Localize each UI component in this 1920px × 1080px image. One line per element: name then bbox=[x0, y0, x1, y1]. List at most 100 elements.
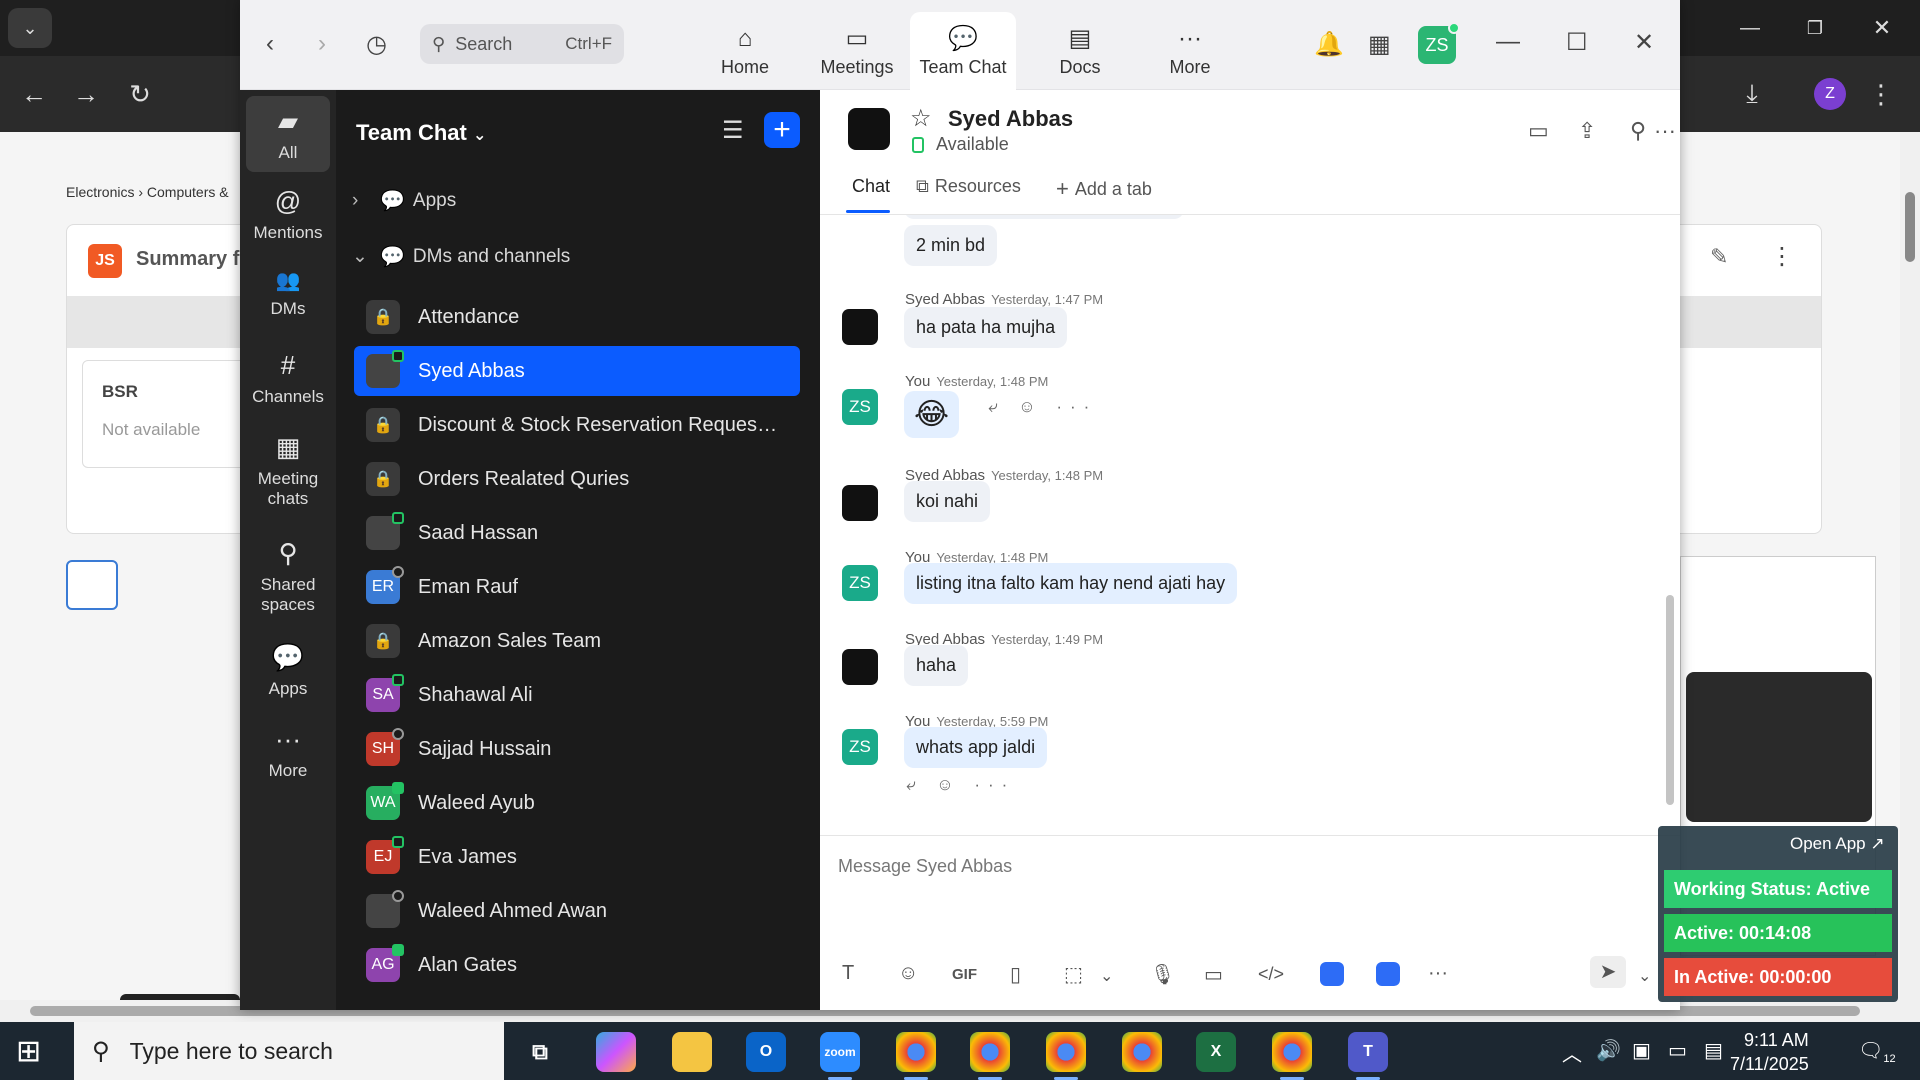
contact-name[interactable]: Syed Abbas bbox=[948, 106, 1073, 132]
profile-avatar[interactable]: Z bbox=[1814, 78, 1846, 110]
window-minimize-icon[interactable]: — bbox=[1730, 10, 1770, 46]
reload-icon[interactable]: ↻ bbox=[120, 74, 160, 114]
rail-meeting-chats[interactable]: ▦ Meeting chats bbox=[246, 432, 330, 509]
notification-icon[interactable]: 🗨12 bbox=[1858, 1038, 1896, 1065]
sender-avatar[interactable] bbox=[842, 649, 878, 685]
message-bubble[interactable]: haha bbox=[904, 645, 969, 686]
app-icon[interactable] bbox=[1376, 962, 1400, 986]
sender-avatar[interactable] bbox=[842, 485, 878, 521]
windows-start-icon[interactable]: ⊞ bbox=[16, 1034, 41, 1069]
text-format-icon[interactable]: T bbox=[842, 962, 854, 985]
rail-apps[interactable]: 💬 Apps bbox=[246, 642, 330, 699]
emoji-icon[interactable]: ☺ bbox=[898, 962, 918, 985]
more-options-icon[interactable]: ··· bbox=[1654, 118, 1676, 144]
browser-menu-icon[interactable]: ⋮ bbox=[1866, 74, 1896, 114]
window-restore-icon[interactable]: ❐ bbox=[1795, 10, 1835, 46]
chrome-icon[interactable] bbox=[1046, 1032, 1086, 1080]
taskbar-search-input[interactable]: ⚲ Type here to search bbox=[74, 1022, 504, 1080]
zoom-taskbar-icon[interactable]: zoom bbox=[820, 1032, 860, 1080]
copilot-icon[interactable] bbox=[596, 1032, 636, 1072]
chrome-icon[interactable] bbox=[1122, 1032, 1162, 1072]
screenshot-icon[interactable]: ⬚ bbox=[1064, 962, 1083, 987]
sidebar-title[interactable]: Team Chat ⌄ bbox=[356, 120, 486, 146]
search-icon[interactable]: ⚲ bbox=[1630, 118, 1646, 144]
video-message-icon[interactable]: ▭ bbox=[1204, 962, 1223, 987]
contact-avatar[interactable] bbox=[848, 108, 890, 150]
teams-icon[interactable]: T bbox=[1348, 1032, 1388, 1080]
volume-icon[interactable]: 🔊 bbox=[1596, 1038, 1621, 1063]
file-explorer-icon[interactable] bbox=[672, 1032, 712, 1072]
camera-icon[interactable]: ▣ bbox=[1632, 1038, 1651, 1063]
sidebar-item-shahawal-ali[interactable]: SA Shahawal Ali bbox=[354, 670, 800, 720]
message-bubble[interactable]: ha pata ha mujha bbox=[904, 307, 1068, 348]
chevron-up-icon[interactable]: ︿ bbox=[1562, 1038, 1582, 1067]
new-chat-button[interactable]: + bbox=[764, 112, 800, 148]
sidebar-item-sajjad-hussain[interactable]: SH Sajjad Hussain bbox=[354, 724, 800, 774]
sender-avatar[interactable]: ZS bbox=[842, 729, 878, 765]
messages-scrollbar[interactable] bbox=[1666, 215, 1676, 835]
section-apps[interactable]: › 💬 Apps bbox=[352, 188, 456, 213]
rail-dms[interactable]: 👥 DMs bbox=[246, 268, 330, 319]
minimize-icon[interactable]: — bbox=[1496, 28, 1520, 56]
sidebar-item-alan-gates[interactable]: AG Alan Gates bbox=[354, 940, 800, 990]
history-icon[interactable]: ◷ bbox=[366, 30, 387, 59]
tab-search-button[interactable]: ⌄ bbox=[8, 8, 52, 48]
message-actions[interactable]: ⤶ ☺ ··· bbox=[906, 775, 1015, 795]
outlook-icon[interactable]: O bbox=[746, 1032, 786, 1072]
edit-icon[interactable]: ✎ bbox=[1710, 244, 1728, 270]
sidebar-item-amazon-sales-team[interactable]: 🔒 Amazon Sales Team bbox=[354, 616, 800, 666]
message-bubble[interactable]: whats app jaldi bbox=[904, 727, 1048, 768]
product-thumbnail[interactable] bbox=[66, 560, 118, 610]
rail-channels[interactable]: # Channels bbox=[246, 350, 330, 407]
tab-chat[interactable]: Chat bbox=[852, 176, 890, 197]
sender-avatar[interactable]: ZS bbox=[842, 389, 878, 425]
back-icon[interactable]: ‹ bbox=[266, 30, 274, 58]
task-view-icon[interactable]: ⧉ bbox=[520, 1032, 560, 1072]
rail-mentions[interactable]: @ Mentions bbox=[246, 186, 330, 243]
message-actions[interactable]: ⤶ ☺ ··· bbox=[988, 397, 1097, 417]
kebab-menu-icon[interactable]: ⋮ bbox=[1770, 242, 1794, 271]
maximize-icon[interactable]: ☐ bbox=[1566, 28, 1588, 57]
excel-icon[interactable]: X bbox=[1196, 1032, 1236, 1072]
section-dms-channels[interactable]: ⌄ 💬 DMs and channels bbox=[352, 244, 570, 269]
chevron-down-icon[interactable]: ⌄ bbox=[1100, 966, 1113, 986]
forward-icon[interactable]: → bbox=[66, 74, 106, 114]
message-bubble[interactable]: koi nahi bbox=[904, 481, 991, 522]
sidebar-item-eva-james[interactable]: EJ Eva James bbox=[354, 832, 800, 882]
tab-home[interactable]: ⌂ Home bbox=[690, 12, 800, 90]
tab-resources[interactable]: ⧉ Resources bbox=[916, 176, 1021, 197]
sidebar-item-discount-stock-reservation-requests[interactable]: 🔒 Discount & Stock Reservation Requests .… bbox=[354, 400, 800, 450]
message-input[interactable]: Message Syed Abbas bbox=[838, 856, 1012, 877]
tab-docs[interactable]: ▤ Docs bbox=[1030, 12, 1130, 90]
window-close-icon[interactable]: ✕ bbox=[1862, 10, 1902, 46]
sidebar-item-eman-rauf[interactable]: ER Eman Rauf bbox=[354, 562, 800, 612]
send-icon[interactable]: ➤ bbox=[1590, 956, 1626, 988]
network-icon[interactable]: ▤ bbox=[1704, 1038, 1723, 1063]
star-icon[interactable]: ☆ bbox=[910, 104, 932, 133]
sidebar-item-waleed-ayub[interactable]: WA Waleed Ayub bbox=[354, 778, 800, 828]
sidebar-item-waleed-ahmed-awan[interactable]: Waleed Ahmed Awan bbox=[354, 886, 800, 936]
sidebar-item-attendance[interactable]: 🔒 Attendance bbox=[354, 292, 800, 342]
message-composer[interactable]: Message Syed Abbas T ☺ GIF ▯ ⬚ ⌄ 🎙 ▭ </>… bbox=[820, 835, 1680, 1010]
forward-icon[interactable]: › bbox=[318, 30, 326, 58]
rail-all[interactable]: ▰ All bbox=[246, 96, 330, 172]
sidebar-item-syed-abbas[interactable]: Syed Abbas bbox=[354, 346, 800, 396]
sender-avatar[interactable]: ZS bbox=[842, 565, 878, 601]
tab-team-chat[interactable]: 💬 Team Chat bbox=[910, 12, 1016, 90]
search-input[interactable]: ⚲ Search Ctrl+F bbox=[420, 24, 624, 64]
download-icon[interactable]: ⤓ bbox=[1732, 74, 1772, 114]
back-icon[interactable]: ← bbox=[14, 74, 54, 114]
file-icon[interactable]: ▯ bbox=[1010, 962, 1021, 987]
message-bubble[interactable]: 😂 bbox=[904, 391, 960, 438]
taskbar-clock[interactable]: 9:11 AM 7/11/2025 bbox=[1730, 1028, 1809, 1076]
microphone-icon[interactable]: 🎙 bbox=[1150, 962, 1175, 987]
bell-icon[interactable]: 🔔 bbox=[1314, 30, 1344, 59]
chevron-down-icon[interactable]: ⌄ bbox=[1638, 966, 1651, 986]
breadcrumb[interactable]: Electronics › Computers & bbox=[66, 184, 229, 200]
battery-icon[interactable]: ▭ bbox=[1668, 1038, 1687, 1063]
tab-add-a-tab[interactable]: + Add a tab bbox=[1056, 176, 1152, 202]
code-icon[interactable]: </> bbox=[1258, 964, 1284, 985]
user-avatar[interactable]: ZS bbox=[1418, 22, 1460, 64]
rail-more[interactable]: ··· More bbox=[246, 724, 330, 781]
sidebar-item-orders-realated-quries[interactable]: 🔒 Orders Realated Quries bbox=[354, 454, 800, 504]
